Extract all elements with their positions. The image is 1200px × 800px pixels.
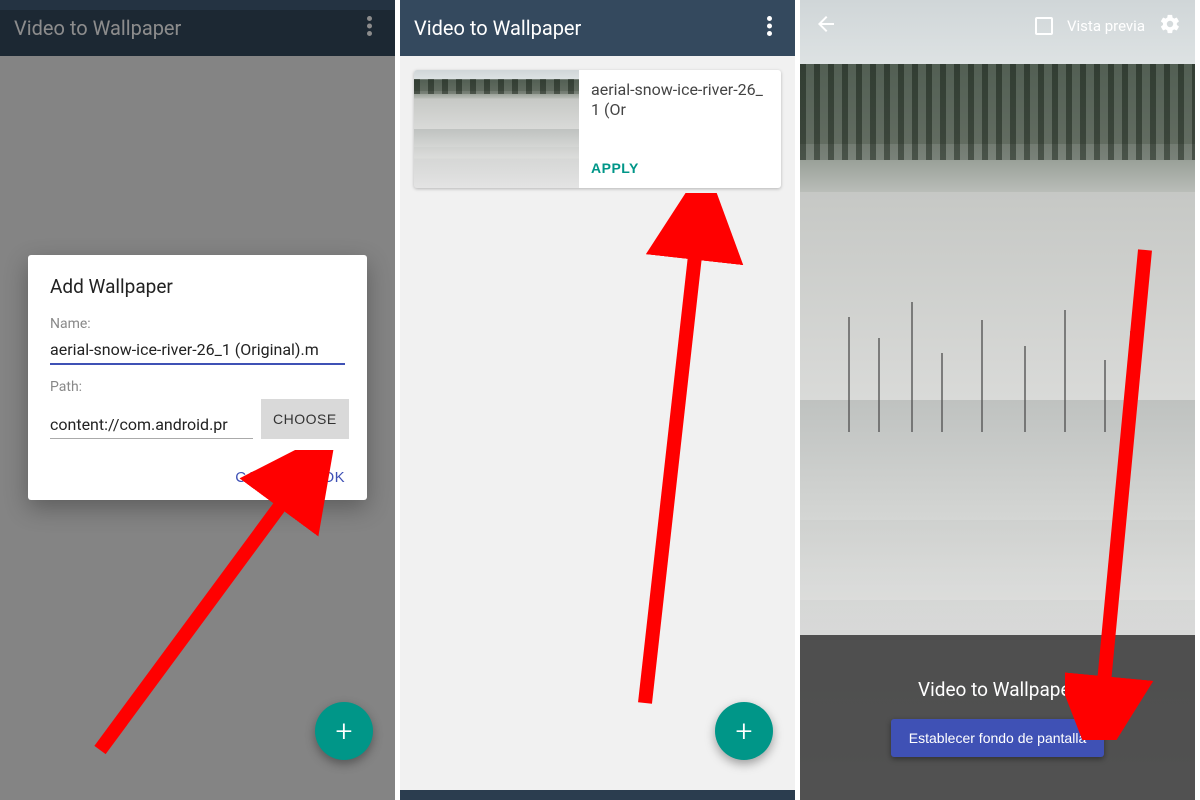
app-bar-title: Video to Wallpaper	[414, 16, 757, 40]
settings-gear-icon[interactable]	[1159, 13, 1181, 39]
plus-icon: +	[736, 714, 753, 749]
path-input[interactable]	[50, 411, 253, 439]
set-wallpaper-sheet: Video to Wallpaper Establecer fondo de p…	[800, 635, 1195, 800]
wallpaper-card[interactable]: aerial-snow-ice-river-26_1 (Or APPLY	[414, 70, 781, 188]
back-arrow-icon[interactable]	[814, 12, 838, 40]
preview-top-bar: Vista previa	[800, 0, 1195, 52]
ok-button[interactable]: OK	[323, 469, 345, 486]
plus-icon: +	[336, 714, 353, 749]
screen-list: Video to Wallpaper aerial-snow-ice-river…	[400, 0, 800, 800]
dialog-title: Add Wallpaper	[50, 275, 345, 298]
app-bar: Video to Wallpaper	[400, 0, 795, 56]
nav-bar-edge	[400, 790, 795, 800]
preview-checkbox[interactable]	[1035, 17, 1053, 35]
screen-add-dialog: Video to Wallpaper Add Wallpaper Name: P…	[0, 0, 400, 800]
choose-button[interactable]: CHOOSE	[261, 399, 349, 439]
add-fab[interactable]: +	[315, 702, 373, 760]
sheet-app-title: Video to Wallpaper	[918, 678, 1077, 701]
name-input[interactable]	[50, 336, 345, 365]
add-wallpaper-dialog: Add Wallpaper Name: Path: CHOOSE CANCEL …	[28, 255, 367, 500]
path-field-label: Path:	[50, 379, 345, 395]
annotation-arrow-icon	[630, 193, 750, 713]
preview-checkbox-label: Vista previa	[1067, 17, 1145, 35]
set-wallpaper-button[interactable]: Establecer fondo de pantalla	[891, 719, 1104, 757]
nav-bar-edge	[0, 0, 395, 10]
overflow-menu-icon[interactable]	[757, 16, 781, 41]
card-title: aerial-snow-ice-river-26_1 (Or	[591, 80, 769, 120]
apply-button[interactable]: APPLY	[591, 160, 769, 176]
name-field-label: Name:	[50, 316, 345, 332]
screen-preview: Vista previa Video to Wallpaper Establec…	[800, 0, 1200, 800]
video-thumbnail	[414, 70, 579, 188]
add-fab[interactable]: +	[715, 702, 773, 760]
cancel-button[interactable]: CANCEL	[235, 469, 298, 486]
